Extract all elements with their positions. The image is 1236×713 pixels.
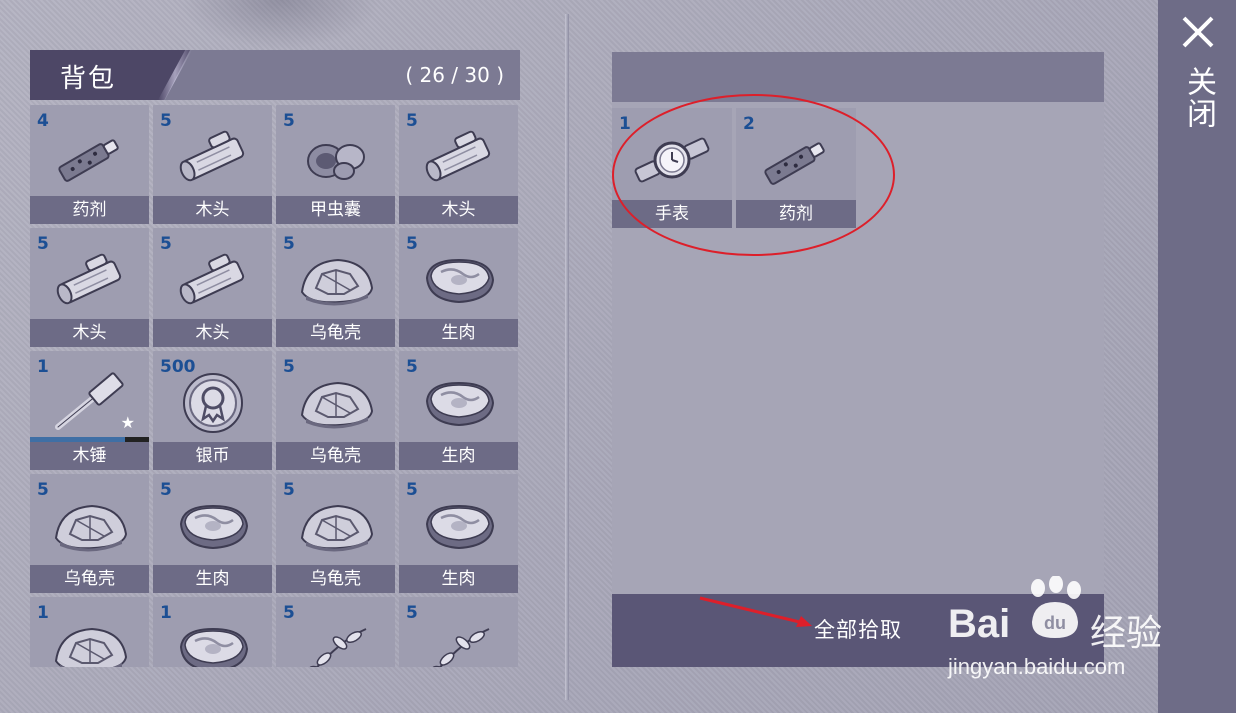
- bag-item-slot[interactable]: 5: [399, 597, 518, 667]
- item-quantity: 500: [160, 357, 196, 377]
- panel-divider: [565, 14, 569, 700]
- item-quantity: 5: [283, 480, 295, 500]
- item-name: 药剂: [736, 200, 856, 228]
- close-bar: 关闭: [1158, 0, 1236, 713]
- item-quantity: 5: [406, 357, 418, 377]
- raw-meat-icon: [419, 494, 499, 558]
- potion-icon: [756, 128, 836, 192]
- item-quantity: 1: [37, 603, 49, 623]
- turtle-shell-icon: [296, 494, 376, 558]
- item-name: 乌龟壳: [276, 442, 395, 470]
- bag-item-slot[interactable]: 5 木头: [399, 105, 518, 224]
- watch-icon: [632, 128, 712, 192]
- item-quantity: 5: [406, 111, 418, 131]
- item-name: 木头: [153, 196, 272, 224]
- turtle-shell-icon: [50, 617, 130, 667]
- item-name: 木头: [30, 319, 149, 347]
- loot-item-slot[interactable]: 2 药剂: [736, 108, 856, 228]
- item-name: 木锤: [30, 442, 149, 470]
- raw-meat-icon: [419, 248, 499, 312]
- item-quantity: 5: [37, 234, 49, 254]
- bag-item-slot[interactable]: 500 银币: [153, 351, 272, 470]
- item-quantity: 1: [37, 357, 49, 377]
- item-name: 生肉: [153, 565, 272, 593]
- bag-item-slot[interactable]: 1 ★ 木锤: [30, 351, 149, 470]
- item-quantity: 1: [619, 114, 631, 134]
- item-name: 木头: [399, 196, 518, 224]
- item-quantity: 5: [406, 603, 418, 623]
- item-quantity: 5: [160, 111, 172, 131]
- bag-title: 背包: [60, 64, 117, 94]
- bag-header: 背包 ( 26 / 30 ): [30, 50, 520, 100]
- item-name: 木头: [153, 319, 272, 347]
- loot-panel: 1 手表 2 药剂 全部拾取: [612, 52, 1104, 667]
- item-name: 甲虫囊: [276, 196, 395, 224]
- log-icon: [419, 125, 499, 189]
- item-name: 乌龟壳: [276, 319, 395, 347]
- item-name: 生肉: [399, 442, 518, 470]
- bag-item-slot[interactable]: 5 甲虫囊: [276, 105, 395, 224]
- turtle-shell-icon: [296, 248, 376, 312]
- item-quantity: 5: [160, 234, 172, 254]
- bag-item-slot[interactable]: 4 药剂: [30, 105, 149, 224]
- bag-item-slot[interactable]: 5 木头: [153, 228, 272, 347]
- bag-item-slot[interactable]: 5 乌龟壳: [276, 228, 395, 347]
- item-name: 银币: [153, 442, 272, 470]
- bag-item-slot[interactable]: 5: [276, 597, 395, 667]
- loot-header: [612, 52, 1104, 102]
- item-name: 生肉: [399, 565, 518, 593]
- item-quantity: 5: [406, 480, 418, 500]
- raw-meat-icon: [419, 371, 499, 435]
- herb-icon: [296, 617, 376, 667]
- log-icon: [173, 125, 253, 189]
- bag-item-slot[interactable]: 5 乌龟壳: [30, 474, 149, 593]
- raw-meat-icon: [173, 617, 253, 667]
- pick-all-button[interactable]: 全部拾取: [612, 594, 1104, 667]
- item-name: 乌龟壳: [30, 565, 149, 593]
- log-icon: [173, 248, 253, 312]
- item-quantity: 5: [37, 480, 49, 500]
- star-icon: ★: [120, 413, 135, 432]
- bag-panel: 背包 ( 26 / 30 ) 4 药剂 5 木头 5 甲虫囊 5 木头 5 木头 5 木头 5 乌龟壳 5 生…: [30, 50, 520, 667]
- silver-coin-icon: [173, 371, 253, 435]
- bag-item-slot[interactable]: 5 乌龟壳: [276, 474, 395, 593]
- bag-item-slot[interactable]: 5 生肉: [399, 474, 518, 593]
- bag-item-slot[interactable]: 5 生肉: [153, 474, 272, 593]
- bag-item-slot[interactable]: 1: [153, 597, 272, 667]
- bag-item-slot[interactable]: 5 木头: [153, 105, 272, 224]
- bag-item-slot[interactable]: 5 生肉: [399, 351, 518, 470]
- item-quantity: 5: [283, 603, 295, 623]
- item-name: 生肉: [399, 319, 518, 347]
- bag-item-slot[interactable]: 1: [30, 597, 149, 667]
- item-name: 乌龟壳: [276, 565, 395, 593]
- loot-item-slot[interactable]: 1 手表: [612, 108, 732, 228]
- potion-icon: [50, 125, 130, 189]
- item-quantity: 2: [743, 114, 755, 134]
- turtle-shell-icon: [50, 494, 130, 558]
- item-quantity: 4: [37, 111, 49, 131]
- beetle-sac-icon: [296, 125, 376, 189]
- herb-icon: [419, 617, 499, 667]
- background-figure: [180, 0, 380, 50]
- bag-item-slot[interactable]: 5 生肉: [399, 228, 518, 347]
- item-quantity: 5: [406, 234, 418, 254]
- item-quantity: 5: [160, 480, 172, 500]
- item-name: 药剂: [30, 196, 149, 224]
- close-icon[interactable]: [1180, 14, 1216, 50]
- bag-item-slot[interactable]: 5 乌龟壳: [276, 351, 395, 470]
- close-button[interactable]: 关闭: [1180, 66, 1216, 130]
- log-icon: [50, 248, 130, 312]
- item-quantity: 5: [283, 357, 295, 377]
- bag-item-slot[interactable]: 5 木头: [30, 228, 149, 347]
- hammer-icon: [50, 371, 130, 435]
- item-quantity: 5: [283, 234, 295, 254]
- item-name: 手表: [612, 200, 732, 228]
- raw-meat-icon: [173, 494, 253, 558]
- item-quantity: 1: [160, 603, 172, 623]
- item-quantity: 5: [283, 111, 295, 131]
- bag-capacity: ( 26 / 30 ): [405, 63, 504, 87]
- turtle-shell-icon: [296, 371, 376, 435]
